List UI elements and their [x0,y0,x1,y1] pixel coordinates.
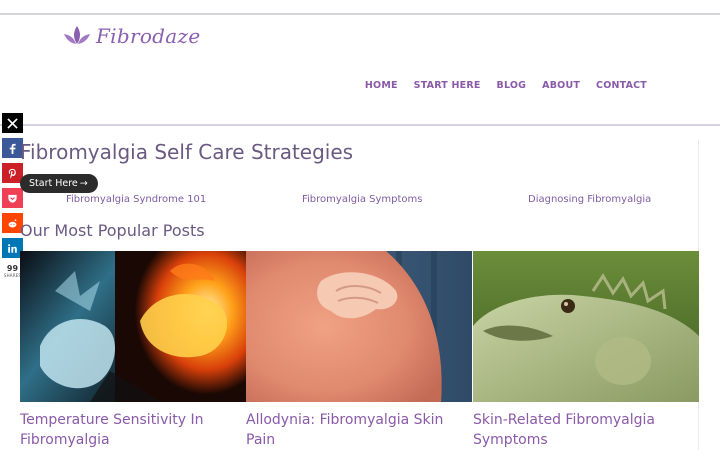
link-fibromyalgia-symptoms[interactable]: Fibromyalgia Symptoms [302,194,423,205]
post-card: Skin-Related Fibromyalgia Symptoms [473,251,699,450]
popular-posts-grid: Temperature Sensitivity In Fibromyalgia [20,251,699,450]
share-x-button[interactable] [2,113,23,133]
main-nav: HOME START HERE BLOG ABOUT CONTACT [365,80,647,91]
post-title[interactable]: Allodynia: Fibromyalgia Skin Pain [246,410,472,450]
facebook-icon [9,143,16,154]
reddit-icon [8,218,17,227]
lotus-icon [64,26,90,44]
nav-start-here[interactable]: START HERE [414,80,481,91]
header-divider [0,124,720,126]
iguana-image [473,251,699,402]
post-thumbnail-fire-ice[interactable] [20,251,246,402]
post-thumbnail-iguana[interactable] [473,251,699,402]
page-title: Fibromyalgia Self Care Strategies [20,140,354,164]
nav-blog[interactable]: BLOG [497,80,527,91]
brand-name: Fibrodaze [96,24,201,48]
arrow-right-icon: → [79,178,88,189]
link-diagnosing-fibromyalgia[interactable]: Diagnosing Fibromyalgia [528,194,651,205]
popular-posts-heading: Our Most Popular Posts [20,221,205,240]
top-border [0,13,720,15]
site-logo[interactable]: Fibrodaze [62,24,200,48]
social-share-bar [2,113,23,263]
start-here-button[interactable]: Start Here → [20,174,98,193]
post-title[interactable]: Skin-Related Fibromyalgia Symptoms [473,410,699,450]
pinterest-icon [8,168,16,179]
x-icon [7,117,18,129]
fire-and-ice-fists-image [20,251,246,402]
start-here-label: Start Here [29,178,78,189]
nav-about[interactable]: ABOUT [542,80,580,91]
sunburned-shoulder-image [246,251,472,402]
nav-contact[interactable]: CONTACT [596,80,647,91]
post-thumbnail-shoulder[interactable] [246,251,472,402]
topic-links: Fibromyalgia Syndrome 101 Fibromyalgia S… [0,194,720,208]
post-card: Allodynia: Fibromyalgia Skin Pain [246,251,472,450]
post-card: Temperature Sensitivity In Fibromyalgia [20,251,246,450]
link-fibromyalgia-syndrome-101[interactable]: Fibromyalgia Syndrome 101 [66,194,206,205]
linkedin-icon [8,243,17,253]
post-title[interactable]: Temperature Sensitivity In Fibromyalgia [20,410,246,450]
nav-home[interactable]: HOME [365,80,398,91]
